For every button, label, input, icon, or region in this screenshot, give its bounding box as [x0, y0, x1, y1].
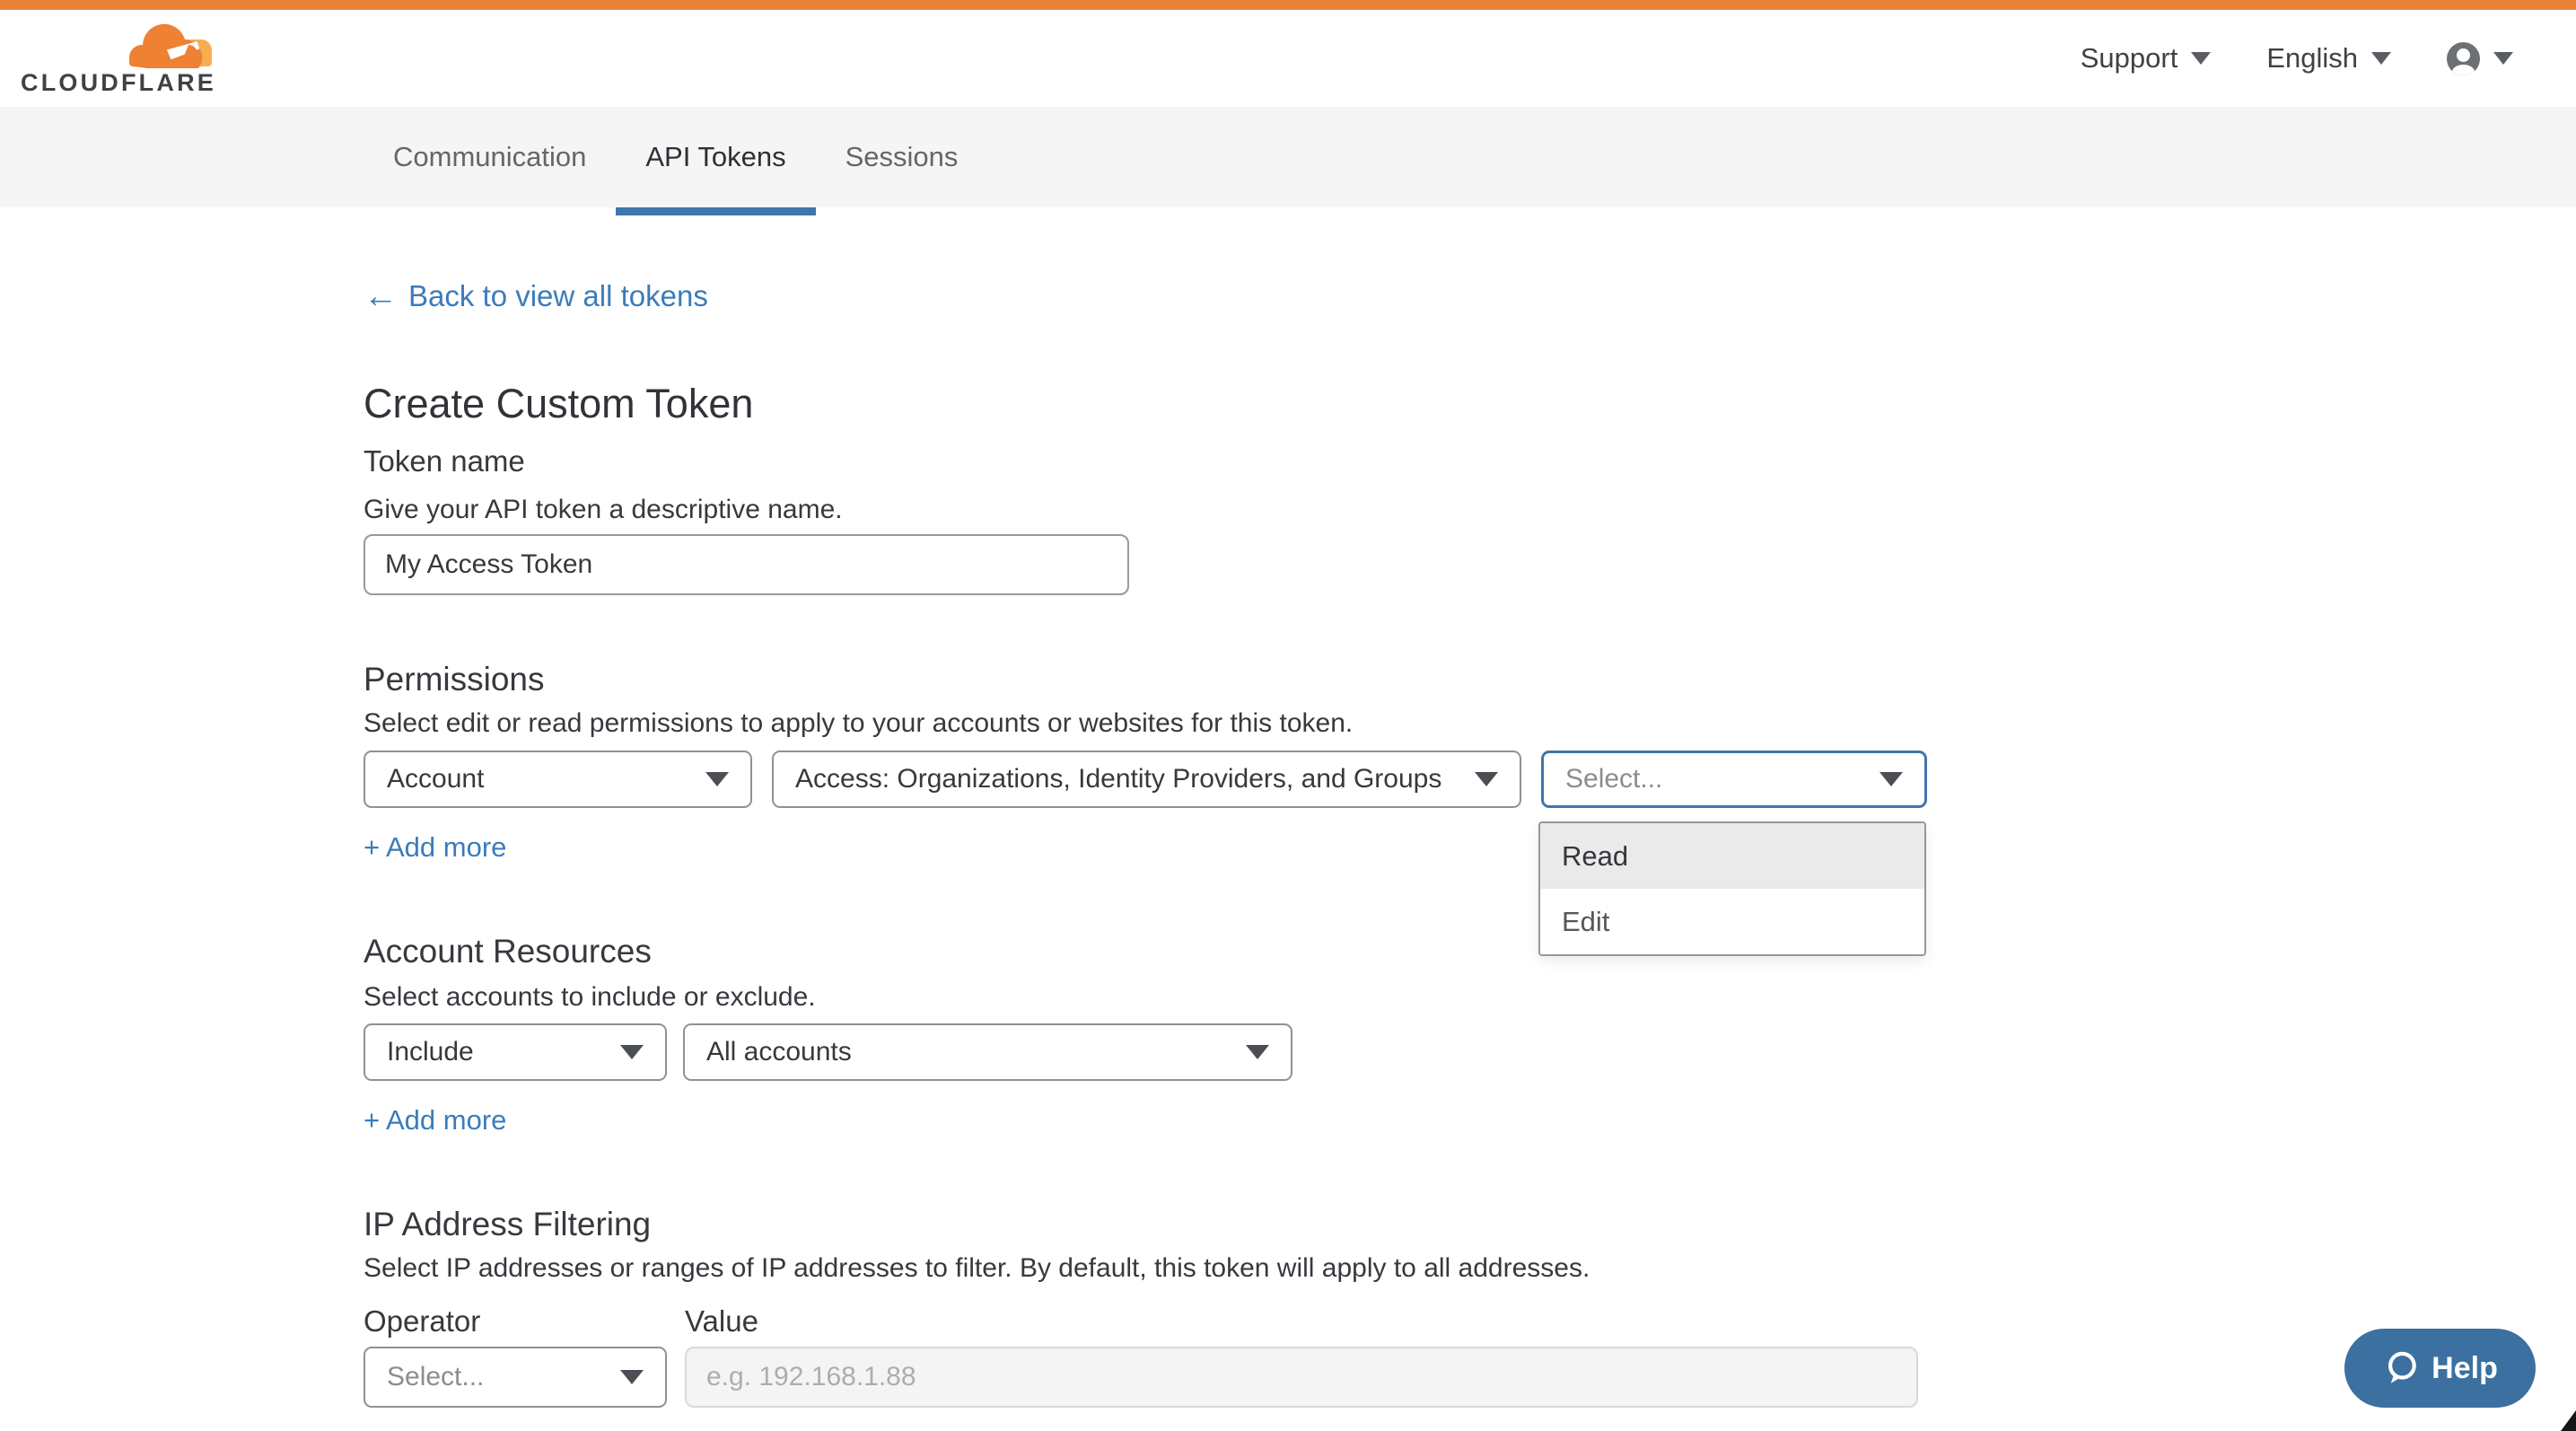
language-menu-label: English [2266, 42, 2358, 75]
back-link-label: Back to view all tokens [408, 279, 708, 313]
support-menu-label: Support [2081, 42, 2178, 75]
value-label: Value [685, 1304, 758, 1339]
tab-api-tokens[interactable]: API Tokens [616, 107, 815, 207]
dropdown-option-edit[interactable]: Edit [1540, 889, 1924, 954]
permission-scope-select[interactable]: Account [364, 751, 752, 808]
permission-level-select[interactable]: Select... [1541, 751, 1927, 808]
account-resources-heading: Account Resources [364, 933, 652, 970]
token-name-input[interactable] [364, 534, 1129, 595]
permissions-heading: Permissions [364, 661, 545, 698]
chevron-down-icon [1246, 1045, 1269, 1059]
header-right: Support English [2081, 10, 2513, 107]
top-orange-bar [0, 0, 2576, 10]
dropdown-option-read[interactable]: Read [1540, 823, 1924, 889]
permission-level-placeholder: Select... [1565, 764, 1662, 795]
chevron-down-icon [1475, 772, 1498, 786]
permission-resource-value: Access: Organizations, Identity Provider… [795, 764, 1441, 795]
account-resources-description: Select accounts to include or exclude. [364, 982, 816, 1013]
mouse-cursor [2561, 1410, 2576, 1431]
account-menu[interactable] [2447, 42, 2513, 75]
ip-operator-select[interactable]: Select... [364, 1347, 667, 1408]
back-to-tokens-link[interactable]: ← Back to view all tokens [364, 279, 708, 313]
user-avatar-icon [2447, 42, 2480, 75]
help-button[interactable]: Help [2344, 1329, 2536, 1408]
account-resources-add-more-link[interactable]: + Add more [364, 1104, 506, 1137]
token-name-heading: Token name [364, 444, 525, 478]
permission-scope-value: Account [387, 764, 484, 795]
cloudflare-wordmark: CLOUDFLARE [21, 69, 216, 97]
chevron-down-icon [620, 1370, 644, 1384]
page-title: Create Custom Token [364, 381, 753, 427]
chevron-down-icon [2493, 52, 2513, 65]
support-menu[interactable]: Support [2081, 42, 2212, 75]
chevron-down-icon [1879, 772, 1903, 786]
tab-communication[interactable]: Communication [364, 107, 616, 207]
account-selection-value: All accounts [706, 1037, 852, 1067]
ip-operator-placeholder: Select... [387, 1362, 484, 1392]
header: CLOUDFLARE Support English [0, 10, 2576, 107]
ip-value-input[interactable] [685, 1347, 1918, 1408]
chat-bubble-icon [2382, 1349, 2420, 1387]
permission-level-dropdown-menu: Read Edit [1538, 821, 1926, 956]
permissions-add-more-link[interactable]: + Add more [364, 831, 506, 864]
arrow-left-icon: ← [364, 282, 398, 312]
account-selection-select[interactable]: All accounts [683, 1023, 1292, 1081]
cloudflare-dashboard: CLOUDFLARE Support English Communication… [0, 0, 2576, 1431]
account-mode-select[interactable]: Include [364, 1023, 667, 1081]
chevron-down-icon [2191, 52, 2211, 65]
permissions-description: Select edit or read permissions to apply… [364, 708, 1353, 739]
operator-label: Operator [364, 1304, 480, 1339]
help-button-label: Help [2431, 1351, 2498, 1386]
ip-filtering-description: Select IP addresses or ranges of IP addr… [364, 1253, 1590, 1284]
cloudflare-logo[interactable]: CLOUDFLARE [21, 18, 214, 101]
permission-resource-select[interactable]: Access: Organizations, Identity Provider… [772, 751, 1521, 808]
tab-sessions[interactable]: Sessions [816, 107, 988, 207]
ip-filtering-heading: IP Address Filtering [364, 1206, 651, 1243]
account-mode-value: Include [387, 1037, 474, 1067]
cloudflare-cloud-icon [113, 20, 214, 68]
language-menu[interactable]: English [2266, 42, 2391, 75]
chevron-down-icon [620, 1045, 644, 1059]
chevron-down-icon [2371, 52, 2391, 65]
chevron-down-icon [705, 772, 729, 786]
profile-tabbar: Communication API Tokens Sessions [0, 107, 2576, 207]
token-name-description: Give your API token a descriptive name. [364, 495, 843, 525]
